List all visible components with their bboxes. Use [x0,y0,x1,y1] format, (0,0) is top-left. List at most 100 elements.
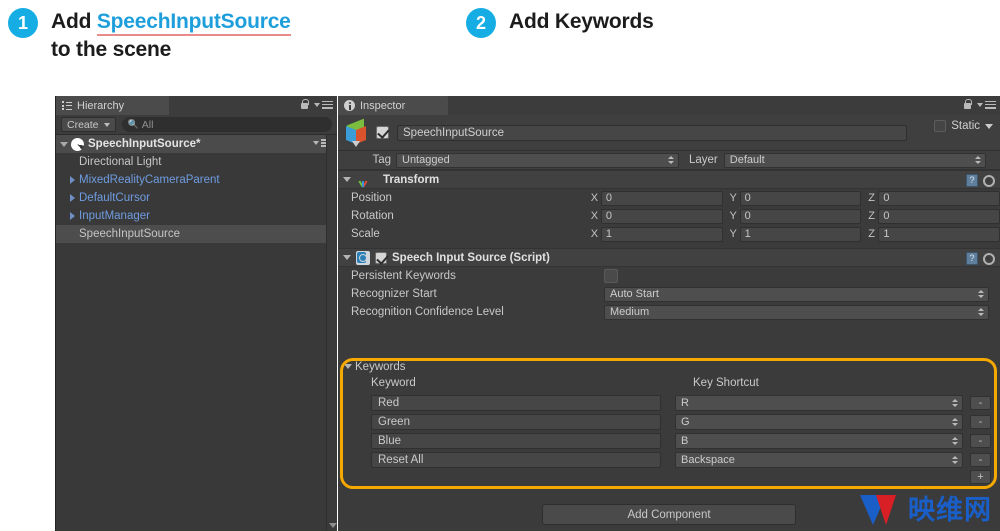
tag-value: Untagged [402,154,450,166]
keyword-shortcut-value: Backspace [681,454,735,466]
axis-z-label: Z [868,210,878,222]
updown-arrows-icon [952,399,958,407]
remove-keyword-button[interactable]: - [970,434,991,448]
persistent-keywords-checkbox[interactable] [604,269,618,283]
keyword-name-input[interactable]: Green [371,414,661,430]
keyword-shortcut-value: R [681,397,689,409]
hierarchy-item-label: MixedRealityCameraParent [79,174,220,186]
rotation-x-input[interactable]: 0 [601,209,723,224]
chevron-right-icon[interactable] [70,212,75,220]
inspector-panel: Inspector SpeechInputSou [338,96,1000,531]
panel-menu-icon[interactable] [314,101,333,109]
static-control: Static [934,120,993,132]
axis-z-label: Z [868,192,878,204]
chevron-down-icon[interactable] [985,124,993,129]
remove-keyword-button[interactable]: - [970,453,991,467]
scale-z-input[interactable]: 1 [878,227,1000,242]
recognition-confidence-label: Recognition Confidence Level [351,306,604,318]
transform-title: Transform [383,174,439,186]
transform-component-header[interactable]: Transform [338,170,1000,189]
hierarchy-item-directional-light[interactable]: Directional Light [56,153,337,171]
help-icon[interactable] [966,174,978,187]
yv-logo-icon [860,493,904,527]
chevron-down-icon[interactable] [344,364,352,369]
scale-x-input[interactable]: 1 [601,227,723,242]
hierarchy-item-mixedrealitycameraparent[interactable]: MixedRealityCameraParent [56,171,337,189]
object-enabled-checkbox[interactable] [376,126,389,139]
hierarchy-item-scene[interactable]: SpeechInputSource* [56,135,337,153]
keyword-shortcut-dropdown[interactable]: R [675,395,963,411]
keywords-foldout[interactable]: Keywords [338,358,1000,375]
add-keyword-button[interactable]: + [970,470,991,484]
keyword-shortcut-dropdown[interactable]: B [675,433,963,449]
script-enabled-checkbox[interactable] [375,252,387,264]
inspector-body: SpeechInputSource Static Tag Untagged La… [338,115,1000,531]
hierarchy-search-input[interactable]: 🔍 All [122,117,332,132]
keyword-name-input[interactable]: Reset All [371,452,661,468]
keywords-column-headers: Keyword Key Shortcut [338,375,1000,394]
chevron-down-icon[interactable] [60,142,68,147]
step-2-badge: 2 [466,8,496,38]
hierarchy-item-defaultcursor[interactable]: DefaultCursor [56,189,337,207]
create-button[interactable]: Create [61,117,116,132]
chevron-down-icon[interactable] [343,177,351,182]
hierarchy-item-label: SpeechInputSource [79,228,180,240]
layer-dropdown[interactable]: Default [724,153,986,168]
axis-x-label: X [591,210,601,222]
scroll-down-icon[interactable] [329,523,337,528]
scale-label: Scale [351,228,591,240]
recognizer-start-dropdown[interactable]: Auto Start [604,287,989,302]
updown-arrows-icon [978,290,984,298]
updown-arrows-icon [978,308,984,316]
hierarchy-item-inputmanager[interactable]: InputManager [56,207,337,225]
hierarchy-item-label: Directional Light [79,156,161,168]
tag-dropdown[interactable]: Untagged [396,153,679,168]
position-x-input[interactable]: 0 [601,191,723,206]
hierarchy-item-speechinputsource[interactable]: SpeechInputSource [56,225,337,243]
recognizer-start-label: Recognizer Start [351,288,604,300]
layer-value: Default [730,154,765,166]
chevron-down-icon[interactable] [343,255,351,260]
axis-x-label: X [591,192,601,204]
object-name-input[interactable]: SpeechInputSource [397,125,907,141]
position-y-input[interactable]: 0 [740,191,862,206]
panel-menu-icon[interactable] [977,101,996,109]
screenshot-root: 1 Add SpeechInputSource to the scene 2 A… [0,0,1000,531]
hierarchy-scrollbar[interactable] [326,135,337,531]
chevron-right-icon[interactable] [70,194,75,202]
hierarchy-list: SpeechInputSource* Directional Light Mix… [56,135,337,531]
static-checkbox[interactable] [934,120,946,132]
help-icon[interactable] [966,252,978,265]
hierarchy-item-label: SpeechInputSource* [88,138,200,150]
step-1-text: Add SpeechInputSource to the scene [51,8,291,64]
tab-hierarchy-label: Hierarchy [77,100,124,112]
keyword-shortcut-dropdown[interactable]: G [675,414,963,430]
remove-keyword-button[interactable]: - [970,396,991,410]
position-z-input[interactable]: 0 [878,191,1000,206]
lock-icon[interactable] [300,99,309,110]
keyword-shortcut-value: B [681,435,688,447]
recognition-confidence-dropdown[interactable]: Medium [604,305,989,320]
speech-input-source-component-header[interactable]: Speech Input Source (Script) [338,248,1000,267]
static-label: Static [951,120,980,132]
scale-y-input[interactable]: 1 [740,227,862,242]
layer-label: Layer [689,154,718,166]
chevron-right-icon[interactable] [70,176,75,184]
lock-icon[interactable] [963,99,972,110]
keyword-shortcut-dropdown[interactable]: Backspace [675,452,963,468]
keyword-name-input[interactable]: Blue [371,433,661,449]
rotation-y-input[interactable]: 0 [740,209,862,224]
step-1-link[interactable]: SpeechInputSource [97,10,291,36]
gear-icon[interactable] [983,253,995,265]
add-component-button[interactable]: Add Component [542,504,796,525]
gear-icon[interactable] [983,175,995,187]
tab-inspector[interactable]: Inspector [338,96,448,115]
gameobject-cube-icon [344,121,368,145]
rotation-z-input[interactable]: 0 [878,209,1000,224]
step-2-text: Add Keywords [509,8,654,36]
keyword-name-input[interactable]: Red [371,395,661,411]
tab-hierarchy[interactable]: Hierarchy [56,96,169,115]
persistent-keywords-label: Persistent Keywords [351,270,604,282]
remove-keyword-button[interactable]: - [970,415,991,429]
keywords-section-label: Keywords [355,361,406,373]
